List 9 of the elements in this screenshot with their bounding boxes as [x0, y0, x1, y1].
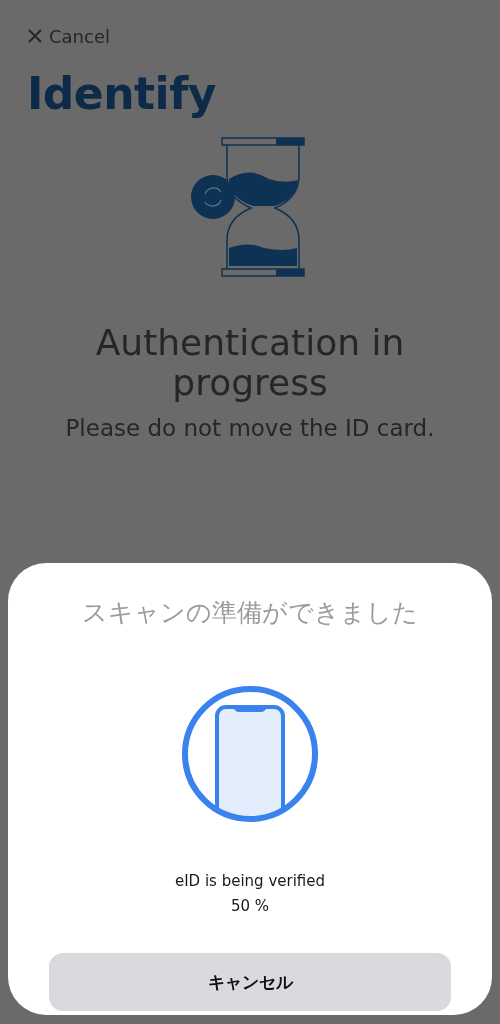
status-heading: Authentication in progress: [94, 323, 406, 403]
page-title: Identify: [27, 67, 216, 121]
close-icon: [27, 28, 43, 44]
sheet-title: スキャンの準備ができました: [82, 597, 418, 629]
status-message: Please do not move the ID card.: [64, 415, 436, 441]
progress-percent: 50 %: [229, 896, 271, 917]
cancel-button[interactable]: キャンセル: [49, 953, 451, 1011]
phone-scan-icon: [181, 685, 319, 823]
verification-status: eID is being verified: [174, 871, 326, 892]
